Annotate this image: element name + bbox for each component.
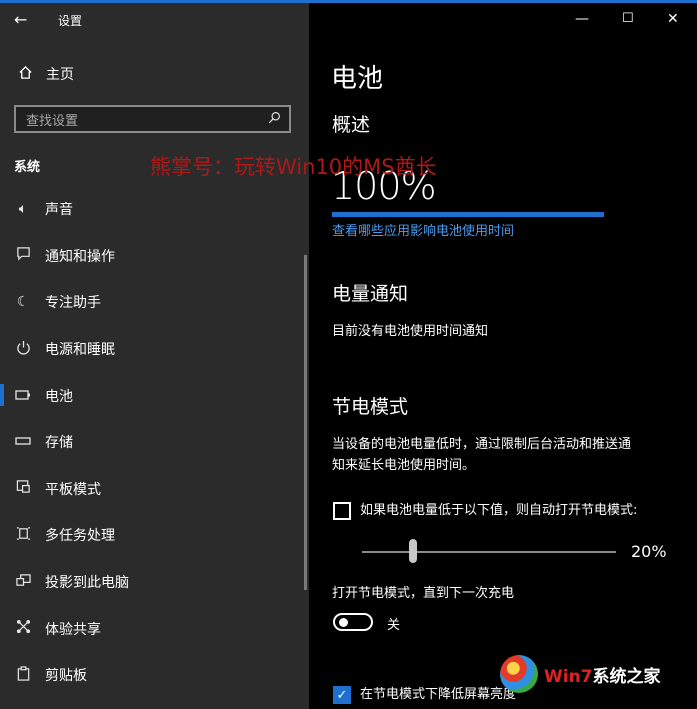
toggle-knob <box>339 618 348 627</box>
logo-text-win7: Win7 <box>544 666 593 687</box>
battery-usage-link[interactable]: 查看哪些应用影响电池使用时间 <box>332 220 514 239</box>
battery-icon <box>12 388 34 404</box>
notifications-heading: 电量通知 <box>332 283 409 305</box>
saver-threshold-value: 20% <box>631 542 667 561</box>
sidebar-item-label: 投影到此电脑 <box>45 575 129 592</box>
saver-toggle-caption: 打开节电模式，直到下一次充电 <box>332 586 515 601</box>
sidebar-item-battery[interactable]: 电池 <box>0 372 309 419</box>
sidebar-item-label: 声音 <box>45 202 73 219</box>
overview-heading: 概述 <box>332 114 371 136</box>
page-title: 电池 <box>331 64 384 94</box>
title-bar: ← 设置 <box>0 3 309 37</box>
sidebar-item-label: 专注助手 <box>45 295 101 312</box>
sidebar-nav: 🔈︎ 声音 通知和操作 ☾ 专注助手 电源和睡眠 电池 存储 平板模式 多任务处… <box>0 186 309 699</box>
app-title: 设置 <box>58 14 83 28</box>
battery-saver-heading: 节电模式 <box>332 396 409 418</box>
sidebar-item-shared-experiences[interactable]: 体验共享 <box>0 605 309 652</box>
power-icon <box>12 340 34 359</box>
auto-saver-checkbox[interactable] <box>333 502 351 520</box>
selection-indicator <box>0 384 4 407</box>
sidebar-item-clipboard[interactable]: 剪贴板 <box>0 652 309 699</box>
sidebar-item-multitasking[interactable]: 多任务处理 <box>0 512 309 559</box>
search-placeholder: 查找设置 <box>26 113 79 129</box>
shared-experiences-icon <box>12 619 34 638</box>
sidebar-scrollbar[interactable] <box>304 255 307 590</box>
sidebar-item-tablet-mode[interactable]: 平板模式 <box>0 466 309 513</box>
checkmark-icon: ✓ <box>336 687 348 703</box>
logo-text-site: 系统之家 <box>592 666 661 687</box>
sidebar-item-label: 电源和睡眠 <box>45 342 115 359</box>
home-label: 主页 <box>46 67 74 83</box>
sidebar-item-power-sleep[interactable]: 电源和睡眠 <box>0 326 309 373</box>
battery-level-fill <box>332 212 604 217</box>
sidebar-item-label: 存储 <box>45 435 73 452</box>
multitasking-icon <box>12 526 34 545</box>
close-button[interactable]: ✕ <box>667 11 679 27</box>
sidebar-item-storage[interactable]: 存储 <box>0 419 309 466</box>
sidebar-item-label: 多任务处理 <box>45 528 115 545</box>
watermark-logo: Win7系统之家 <box>500 655 661 693</box>
focus-assist-icon: ☾ <box>16 294 30 311</box>
sidebar-item-label: 体验共享 <box>45 621 101 638</box>
sidebar-item-label: 电池 <box>45 388 73 405</box>
settings-sidebar: ← 设置 主页 查找设置 系统 🔈︎ 声音 通知和操作 ☾ 专注助手 电源和睡眠… <box>0 3 309 709</box>
reduce-brightness-label: 在节电模式下降低屏幕亮度 <box>360 687 517 702</box>
reduce-brightness-checkbox[interactable]: ✓ <box>333 686 351 704</box>
section-label-system: 系统 <box>14 160 41 175</box>
clipboard-icon <box>12 666 34 685</box>
home-nav-item[interactable]: 主页 <box>16 64 74 84</box>
home-icon <box>16 65 34 84</box>
sidebar-item-label: 通知和操作 <box>45 248 115 265</box>
saver-toggle[interactable] <box>333 613 373 631</box>
battery-settings-page: — ☐ ✕ 电池 概述 100% 查看哪些应用影响电池使用时间 电量通知 目前没… <box>309 3 697 709</box>
windows-orb-icon <box>500 655 538 693</box>
notification-icon <box>12 246 34 265</box>
auto-saver-label: 如果电池电量低于以下值，则自动打开节电模式: <box>360 503 638 518</box>
watermark-logo-text: Win7系统之家 <box>544 662 661 687</box>
sidebar-item-label: 剪贴板 <box>45 668 87 685</box>
minimize-button[interactable]: — <box>575 11 589 27</box>
search-icon[interactable] <box>268 111 281 128</box>
projecting-icon <box>12 573 34 592</box>
watermark-text: 熊掌号：玩转Win10的MS酋长 <box>150 155 437 179</box>
sidebar-item-focus-assist[interactable]: ☾ 专注助手 <box>0 279 309 326</box>
saver-threshold-slider[interactable] <box>362 551 616 553</box>
sidebar-item-notifications[interactable]: 通知和操作 <box>0 233 309 280</box>
battery-saver-description-2: 知来延长电池使用时间。 <box>332 458 476 473</box>
sidebar-item-projecting[interactable]: 投影到此电脑 <box>0 559 309 606</box>
storage-icon <box>12 434 34 450</box>
saver-threshold-thumb[interactable] <box>408 539 417 563</box>
notifications-text: 目前没有电池使用时间通知 <box>332 324 489 339</box>
tablet-mode-icon <box>12 479 34 498</box>
maximize-button[interactable]: ☐ <box>622 11 634 26</box>
battery-saver-description-1: 当设备的电池电量低时，通过限制后台活动和推送通 <box>332 437 632 452</box>
settings-search-input[interactable]: 查找设置 <box>14 105 291 133</box>
back-button[interactable]: ← <box>14 10 27 29</box>
battery-level-bar <box>332 212 604 217</box>
sidebar-item-sound[interactable]: 🔈︎ 声音 <box>0 186 309 233</box>
sound-icon: 🔈︎ <box>18 201 28 218</box>
sidebar-item-label: 平板模式 <box>45 481 101 498</box>
saver-toggle-state: 关 <box>387 618 401 633</box>
